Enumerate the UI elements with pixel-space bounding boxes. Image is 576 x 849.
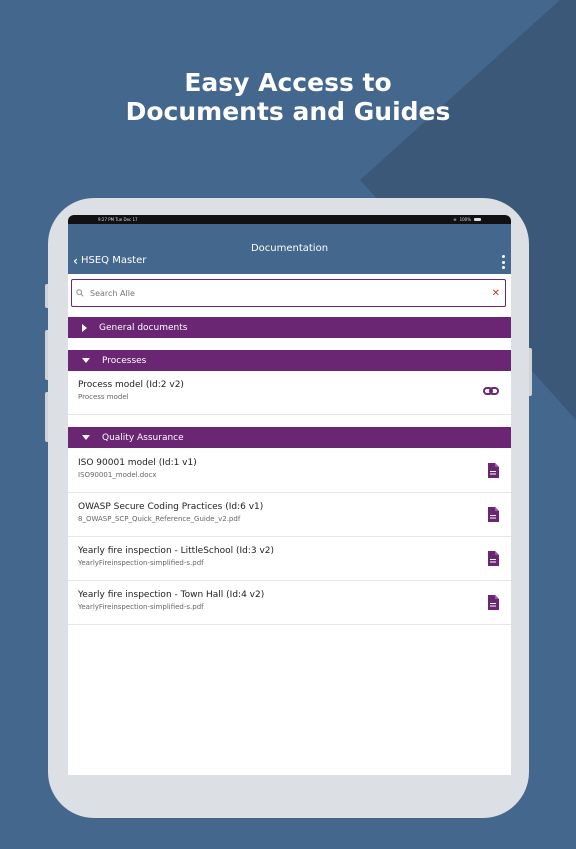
clear-search-icon[interactable]: ✕ bbox=[492, 288, 500, 299]
search-input[interactable] bbox=[88, 287, 492, 299]
item-subtitle: 8_OWASP_SCP_Quick_Reference_Guide_v2.pdf bbox=[78, 515, 241, 523]
headline: Easy Access to Documents and Guides bbox=[0, 68, 576, 126]
document-icon bbox=[488, 463, 499, 478]
headline-line-1: Easy Access to bbox=[184, 68, 392, 97]
list-item[interactable]: ISO 90001 model (Id:1 v1) ISO90001_model… bbox=[68, 449, 511, 493]
item-title: Yearly fire inspection - Town Hall (Id:4… bbox=[78, 590, 265, 600]
chevron-left-icon: ‹ bbox=[73, 253, 78, 268]
nav-title: Documentation bbox=[250, 243, 329, 254]
back-button[interactable]: ‹ HSEQ Master bbox=[73, 253, 147, 268]
item-subtitle: YearlyFireinspection-simplified-s.pdf bbox=[78, 603, 204, 611]
list-item[interactable]: Yearly fire inspection - Town Hall (Id:4… bbox=[68, 581, 511, 625]
section-processes[interactable]: Processes bbox=[68, 350, 511, 371]
section-quality-assurance[interactable]: Quality Assurance bbox=[68, 427, 511, 448]
back-label: HSEQ Master bbox=[80, 255, 147, 266]
item-subtitle: YearlyFireinspection-simplified-s.pdf bbox=[78, 559, 204, 567]
section-general-documents[interactable]: General documents bbox=[68, 317, 511, 338]
item-subtitle: ISO90001_model.docx bbox=[78, 471, 157, 479]
section-label: General documents bbox=[99, 322, 188, 333]
item-title: ISO 90001 model (Id:1 v1) bbox=[78, 458, 197, 468]
search-bar: ✕ bbox=[71, 279, 506, 307]
list-item[interactable]: OWASP Secure Coding Practices (Id:6 v1) … bbox=[68, 493, 511, 537]
more-menu-icon[interactable] bbox=[500, 255, 506, 269]
section-label: Quality Assurance bbox=[102, 432, 184, 443]
status-right: ≋ 100% bbox=[453, 215, 481, 224]
status-bar: 9:27 PM Tue Dec 17 ≋ 100% bbox=[68, 215, 511, 224]
headline-line-2: Documents and Guides bbox=[125, 97, 451, 126]
caret-right-icon bbox=[82, 323, 87, 332]
caret-down-icon bbox=[82, 435, 90, 440]
battery-percent: 100% bbox=[459, 217, 471, 222]
app-screen: 9:27 PM Tue Dec 17 ≋ 100% Documentation … bbox=[68, 215, 511, 775]
document-icon bbox=[488, 507, 499, 522]
search-icon bbox=[76, 289, 84, 297]
item-subtitle: Process model bbox=[78, 393, 129, 401]
section-label: Processes bbox=[102, 355, 147, 366]
battery-icon bbox=[474, 218, 481, 221]
document-icon bbox=[488, 551, 499, 566]
item-title: OWASP Secure Coding Practices (Id:6 v1) bbox=[78, 502, 264, 512]
list-item[interactable]: Yearly fire inspection - LittleSchool (I… bbox=[68, 537, 511, 581]
nav-bar: Documentation ‹ HSEQ Master bbox=[68, 224, 511, 274]
item-title: Yearly fire inspection - LittleSchool (I… bbox=[78, 546, 275, 556]
document-icon bbox=[488, 595, 499, 610]
link-icon bbox=[483, 387, 499, 395]
list-item[interactable]: Process model (Id:2 v2) Process model bbox=[68, 371, 511, 415]
status-time: 9:27 PM Tue Dec 17 bbox=[98, 217, 138, 222]
item-title: Process model (Id:2 v2) bbox=[78, 380, 184, 390]
caret-down-icon bbox=[82, 358, 90, 363]
wifi-icon: ≋ bbox=[453, 217, 457, 222]
